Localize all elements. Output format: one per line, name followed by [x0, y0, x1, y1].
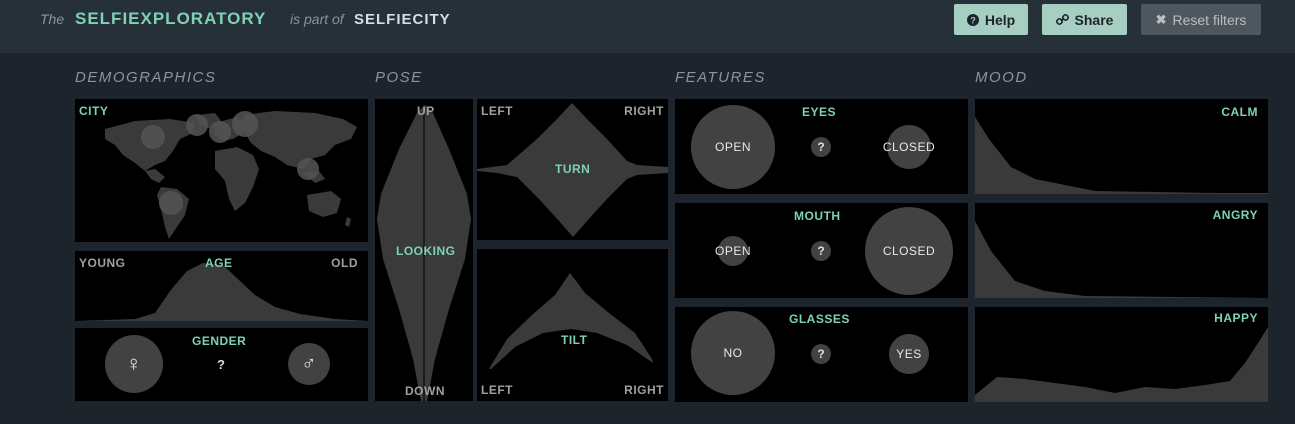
help-label: Help: [984, 11, 1016, 28]
gender-panel: GENDER ♀ ? ♂: [75, 328, 368, 401]
glasses-unknown-circle[interactable]: ?: [811, 344, 831, 364]
tilt-shape[interactable]: [477, 249, 668, 401]
tilt-panel[interactable]: TILT LEFT RIGHT: [477, 249, 668, 401]
mouth-title: MOUTH: [794, 209, 841, 223]
happy-panel[interactable]: HAPPY: [975, 307, 1268, 402]
city-label: CITY: [79, 104, 109, 118]
glasses-yes-circle[interactable]: YES: [889, 334, 929, 374]
link-icon: [1055, 13, 1069, 26]
age-panel[interactable]: YOUNG AGE OLD: [75, 251, 368, 321]
eyes-title: EYES: [802, 105, 837, 119]
world-map[interactable]: [75, 99, 368, 242]
header-prefix: The: [40, 11, 65, 27]
help-button[interactable]: ? Help: [954, 4, 1028, 35]
age-young-label: YOUNG: [79, 256, 126, 270]
gender-unknown[interactable]: ?: [217, 357, 225, 372]
angry-title: ANGRY: [1212, 208, 1258, 222]
header-middle-text: is part of: [290, 11, 344, 27]
city-bubble: [232, 111, 258, 137]
share-label: Share: [1074, 11, 1114, 28]
glasses-no-circle[interactable]: NO: [691, 311, 775, 395]
svg-text:?: ?: [970, 15, 976, 25]
calm-panel[interactable]: CALM: [975, 99, 1268, 194]
male-icon[interactable]: ♂: [288, 343, 330, 385]
section-title-pose: POSE: [375, 69, 423, 86]
question-circle-icon: ?: [966, 13, 979, 26]
city-bubble: [186, 114, 208, 136]
city-map-panel[interactable]: CITY: [75, 99, 368, 242]
section-title-features: FEATURES: [675, 69, 766, 86]
turn-title: TURN: [555, 162, 591, 176]
gender-title: GENDER: [192, 334, 247, 348]
looking-title: LOOKING: [396, 244, 456, 258]
turn-panel[interactable]: LEFT RIGHT TURN: [477, 99, 668, 240]
mouth-panel: MOUTH OPEN ? CLOSED: [675, 203, 968, 298]
section-title-mood: MOOD: [975, 69, 1028, 86]
female-icon[interactable]: ♀: [105, 335, 163, 393]
age-old-label: OLD: [331, 256, 358, 270]
eyes-panel: EYES OPEN ? CLOSED: [675, 99, 968, 194]
turn-right-label: RIGHT: [624, 104, 664, 118]
turn-left-label: LEFT: [481, 104, 513, 118]
age-title: AGE: [205, 256, 233, 270]
share-button[interactable]: Share: [1042, 4, 1127, 35]
app-title[interactable]: SELFIEXPLORATORY: [75, 9, 266, 29]
happy-title: HAPPY: [1214, 311, 1258, 325]
city-bubble: [159, 191, 183, 215]
eyes-open-circle[interactable]: OPEN: [691, 105, 775, 189]
close-icon: ✖: [1155, 11, 1167, 27]
pose-down-label: DOWN: [405, 384, 445, 398]
reset-filters-button[interactable]: ✖ Reset filters: [1141, 4, 1261, 35]
tilt-title: TILT: [561, 333, 588, 347]
calm-title: CALM: [1221, 105, 1258, 119]
tilt-left-label: LEFT: [481, 383, 513, 397]
pose-up-label: UP: [417, 104, 435, 118]
glasses-title: GLASSES: [789, 312, 850, 326]
looking-panel[interactable]: UP LOOKING DOWN: [375, 99, 473, 401]
city-bubble: [297, 158, 319, 180]
mouth-open-circle[interactable]: OPEN: [715, 236, 751, 266]
city-bubble: [209, 121, 231, 143]
angry-panel[interactable]: ANGRY: [975, 203, 1268, 298]
eyes-closed-circle[interactable]: CLOSED: [883, 125, 935, 169]
mouth-closed-circle[interactable]: CLOSED: [865, 207, 953, 295]
reset-filters-label: Reset filters: [1172, 11, 1247, 28]
top-bar: The SELFIEXPLORATORY is part of SELFIECI…: [0, 0, 1295, 53]
mouth-unknown-circle[interactable]: ?: [811, 241, 831, 261]
city-bubble: [141, 125, 165, 149]
glasses-panel: GLASSES NO ? YES: [675, 307, 968, 402]
eyes-unknown-circle[interactable]: ?: [811, 137, 831, 157]
parent-site-link[interactable]: SELFIECITY: [354, 11, 451, 28]
section-title-demographics: DEMOGRAPHICS: [75, 69, 217, 86]
tilt-right-label: RIGHT: [624, 383, 664, 397]
